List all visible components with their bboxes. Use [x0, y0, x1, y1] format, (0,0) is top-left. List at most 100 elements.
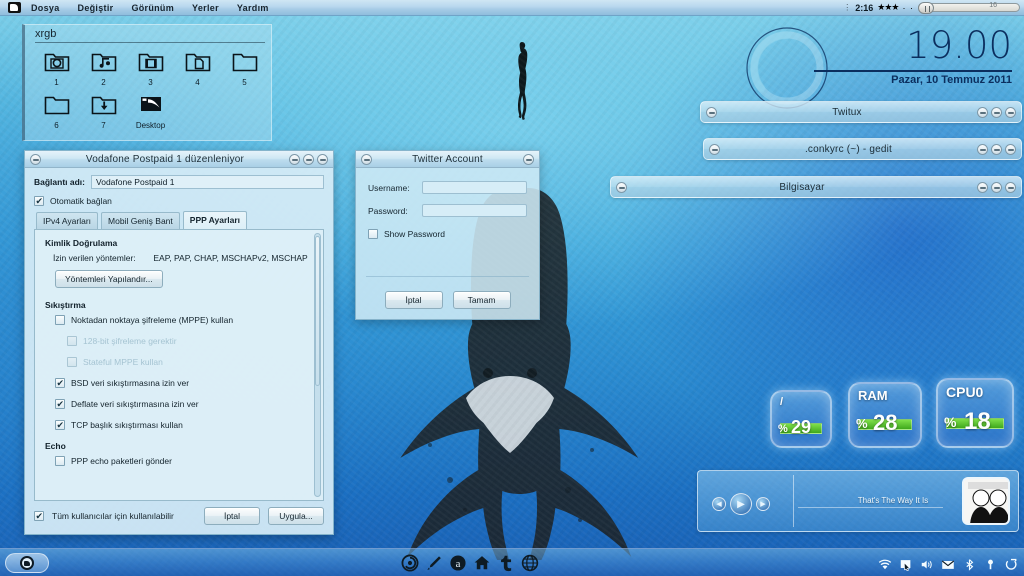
mppe-checkbox[interactable] [55, 315, 65, 325]
username-input[interactable] [422, 181, 527, 194]
password-input[interactable] [422, 204, 527, 217]
desktop-icon-3[interactable]: 3 [127, 50, 174, 87]
configure-methods-button[interactable]: Yöntemleri Yapılandır... [55, 270, 163, 288]
username-label: Username: [368, 182, 410, 193]
show-password-row[interactable]: Show Password [368, 229, 527, 239]
maximize-button[interactable] [991, 106, 1002, 118]
album-art-icon[interactable] [962, 477, 1010, 525]
key-icon[interactable] [983, 557, 997, 571]
window-logo-icon[interactable] [3, 1, 25, 15]
network-icon[interactable] [899, 557, 913, 571]
window-menu-button[interactable] [706, 106, 717, 118]
tab-ppp-settings[interactable]: PPP Ayarları [182, 211, 248, 229]
media-player-widget[interactable]: ◀ ▶ ▶ That's The Way It Is [697, 470, 1019, 532]
twitter-ok-button[interactable]: Tamam [452, 291, 511, 309]
close-button[interactable] [1005, 143, 1016, 155]
ppp-echo-row[interactable]: PPP echo paketleri gönder [55, 456, 313, 466]
volume-glyph [921, 560, 932, 569]
deflate-compression-checkbox[interactable] [55, 399, 65, 410]
bluetooth-icon[interactable] [962, 557, 976, 571]
bsd-compression-checkbox[interactable] [55, 378, 65, 389]
window-menu-button[interactable] [361, 153, 372, 165]
vodafone-titlebar[interactable]: Vodafone Postpaid 1 düzenleniyor [25, 151, 333, 168]
deflate-compression-row[interactable]: Deflate veri sıkıştırmasına izin ver [55, 399, 313, 410]
menu-item-yerler[interactable]: Yerler [192, 3, 219, 13]
desktop-icon-desktop[interactable]: Desktop [127, 93, 174, 130]
connection-name-input[interactable]: Vodafone Postpaid 1 [91, 175, 324, 189]
menu-item-yardim[interactable]: Yardım [237, 3, 269, 13]
close-button[interactable] [317, 153, 328, 165]
pencil-icon[interactable] [424, 553, 444, 573]
desktop-icon-5[interactable]: 5 [221, 50, 268, 87]
menu-bar: Dosya Değiştir Görünüm Yerler Yardım [31, 3, 269, 13]
volume-icon[interactable] [920, 557, 934, 571]
minimize-button[interactable] [977, 106, 988, 118]
rating-stars-icon[interactable]: ★★★ [877, 2, 899, 13]
window-menu-button[interactable] [709, 143, 720, 155]
maximize-button[interactable] [303, 153, 314, 165]
twitter-account-dialog[interactable]: Twitter Account Username: Password: Show… [355, 150, 540, 320]
track-dots-icon: · · [902, 2, 914, 13]
xrgb-desktop-widget[interactable]: xrgb 1 2 3 4 5 6 7 Desktop [22, 24, 272, 141]
grip-icon: ⋮ [843, 3, 852, 12]
twitter-cancel-button[interactable]: İptal [384, 291, 443, 309]
scrollbar-thumb[interactable] [315, 236, 320, 386]
menu-item-dosya[interactable]: Dosya [31, 3, 60, 13]
menu-item-gorunum[interactable]: Görünüm [131, 3, 174, 13]
maximize-button[interactable] [991, 181, 1002, 193]
wifi-icon[interactable] [878, 557, 892, 571]
start-menu-icon[interactable] [5, 552, 49, 573]
panel-scrollbar[interactable] [314, 233, 321, 497]
home-glyph [474, 556, 490, 570]
bsd-compression-row[interactable]: BSD veri sıkıştırmasına izin ver [55, 378, 313, 389]
tab-mobile-broadband[interactable]: Mobil Geniş Bant [101, 212, 180, 229]
shaded-window-twitux[interactable]: Twitux [700, 101, 1022, 123]
shaded-window-bilgisayar[interactable]: Bilgisayar [610, 176, 1022, 198]
ppp-echo-checkbox[interactable] [55, 456, 65, 466]
cancel-button[interactable]: İptal [204, 507, 260, 525]
shaded-window-gedit[interactable]: .conkyrc (~) - gedit [703, 138, 1022, 160]
maximize-button[interactable] [991, 143, 1002, 155]
chromium-icon[interactable] [400, 553, 420, 573]
amazon-icon[interactable]: a [448, 553, 468, 573]
close-button[interactable] [1005, 181, 1016, 193]
auto-connect-row[interactable]: Otomatik bağlan [34, 196, 324, 207]
slider-handle[interactable] [918, 2, 934, 14]
window-menu-button[interactable] [616, 181, 627, 193]
play-icon[interactable]: ▶ [730, 493, 752, 515]
close-button[interactable] [1005, 106, 1016, 118]
all-users-checkbox[interactable] [34, 511, 44, 522]
window-menu-button[interactable] [30, 153, 41, 165]
desktop-icon-2[interactable]: 2 [80, 50, 127, 87]
previous-track-icon[interactable]: ◀ [712, 497, 726, 511]
clock-ring-decoration-icon [746, 27, 828, 109]
password-label: Password: [368, 205, 408, 216]
mail-icon[interactable] [941, 557, 955, 571]
desktop-icon-7[interactable]: 7 [80, 93, 127, 130]
desktop-icon-1[interactable]: 1 [33, 50, 80, 87]
close-button[interactable] [523, 153, 534, 165]
tcp-header-compression-row[interactable]: TCP başlık sıkıştırması kullan [55, 420, 313, 431]
mppe-row[interactable]: Noktadan noktaya şifreleme (MPPE) kullan [55, 315, 313, 325]
show-password-checkbox[interactable] [368, 229, 378, 239]
vodafone-connection-editor-dialog[interactable]: Vodafone Postpaid 1 düzenleniyor Bağlant… [24, 150, 334, 535]
menu-item-degistir[interactable]: Değiştir [78, 3, 114, 13]
tab-ipv4[interactable]: IPv4 Ayarları [36, 212, 99, 229]
minimize-button[interactable] [977, 181, 988, 193]
minimize-button[interactable] [977, 143, 988, 155]
home-icon[interactable] [472, 553, 492, 573]
panel-clock[interactable]: 2:16 [855, 3, 873, 13]
amazon-glyph: a [450, 555, 466, 571]
logout-icon[interactable] [1004, 557, 1018, 571]
twitter-icon[interactable] [496, 553, 516, 573]
desktop-icon-6[interactable]: 6 [33, 93, 80, 130]
globe-icon[interactable] [520, 553, 540, 573]
tcp-header-compression-checkbox[interactable] [55, 420, 65, 431]
next-track-icon[interactable]: ▶ [756, 497, 770, 511]
auto-connect-checkbox[interactable] [34, 196, 44, 207]
volume-slider[interactable]: 16 [918, 2, 1020, 14]
desktop-icon-4[interactable]: 4 [174, 50, 221, 87]
apply-button[interactable]: Uygula... [268, 507, 324, 525]
minimize-button[interactable] [289, 153, 300, 165]
twitter-titlebar[interactable]: Twitter Account [356, 151, 539, 168]
